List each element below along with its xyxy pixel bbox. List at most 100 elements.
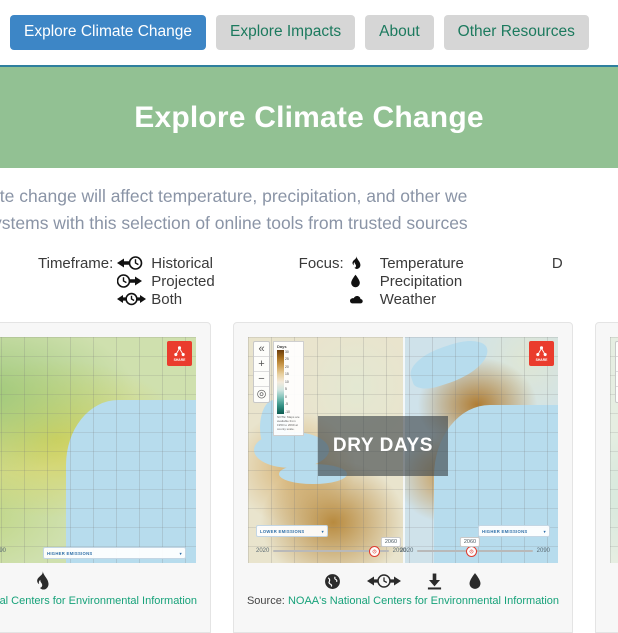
timeline-start-year-2-left: 2020 bbox=[256, 548, 270, 554]
legend-item-historical[interactable]: Historical bbox=[117, 254, 214, 272]
map-locate-icon[interactable]: ◎ bbox=[254, 387, 269, 402]
legend-item-weather[interactable]: Weather bbox=[348, 290, 464, 308]
chevron-down-icon-2l: ▾ bbox=[321, 528, 324, 534]
tab-other-resources[interactable]: Other Resources bbox=[443, 15, 589, 50]
card-source-1-link[interactable]: NOAA's National Centers for Environmenta… bbox=[0, 595, 197, 607]
droplet-icon[interactable] bbox=[468, 572, 482, 590]
emissions-select-2-left-value: LOWER EMISSIONS bbox=[260, 528, 305, 534]
cb2-tick-1: 25 bbox=[285, 357, 289, 362]
card-source-2-link[interactable]: NOAA's National Centers for Environmenta… bbox=[288, 595, 559, 607]
share-button-2-label: SHARE bbox=[535, 357, 548, 362]
map-collapse-icon[interactable]: « bbox=[254, 342, 269, 357]
map-county-grid-1 bbox=[0, 337, 196, 563]
tab-explore-impacts[interactable]: Explore Impacts bbox=[216, 15, 356, 50]
map-colorbar-2: Days 30 25 20 15 10 5 0 -5 -10 NOTE: Map… bbox=[273, 341, 304, 436]
chevron-down-icon-2r: ▾ bbox=[543, 528, 546, 534]
cb2-tick-4: 10 bbox=[285, 379, 289, 384]
cb2-tick-2: 20 bbox=[285, 364, 289, 369]
emissions-select-1-value: HIGHER EMISSIONS bbox=[47, 550, 93, 556]
share-node-icon bbox=[174, 345, 185, 356]
cb2-tick-3: 15 bbox=[285, 372, 289, 377]
emissions-select-2-right-value: HIGHER EMISSIONS bbox=[482, 528, 528, 534]
emissions-select-2-left[interactable]: LOWER EMISSIONS ▾ bbox=[256, 525, 328, 537]
main-navigation: Explore Climate Change Explore Impacts A… bbox=[0, 0, 618, 67]
clock-small-icon bbox=[372, 549, 377, 553]
card-source-2-prefix: Source: bbox=[246, 595, 285, 607]
map-overlay-title-2-text: DRY DAYS bbox=[332, 435, 434, 456]
chevron-down-icon-1: ▾ bbox=[179, 550, 182, 556]
card-footer-icons-1 bbox=[33, 570, 50, 592]
flame-icon[interactable] bbox=[33, 571, 50, 591]
tool-card-dry-summer-heat[interactable]: Y MER E SHARE 200 bbox=[0, 322, 211, 633]
climate-map-3[interactable]: « + − ◎ Days 3000 2750 2500 2250 2 bbox=[610, 337, 618, 563]
cloud-icon bbox=[348, 292, 364, 307]
legend-item-temperature-label: Temperature bbox=[379, 254, 464, 272]
tool-card-dry-days[interactable]: « + − ◎ Days 30 25 20 15 10 5 0 -5 -10 N… bbox=[233, 322, 573, 633]
climate-map-2[interactable]: « + − ◎ Days 30 25 20 15 10 5 0 -5 -10 N… bbox=[248, 337, 558, 563]
legend-item-both-label: Both bbox=[151, 290, 183, 308]
card-source-1: Source: NOAA's National Centers for Envi… bbox=[0, 595, 197, 607]
emissions-select-1[interactable]: HIGHER EMISSIONS ▾ bbox=[43, 547, 186, 559]
timeline-end-year-1: 2090 bbox=[0, 548, 6, 554]
filter-legend-row: Timeframe: Historical Projected Both Foc… bbox=[0, 252, 618, 322]
map-colorbar-2-ticks: 30 25 20 15 10 5 0 -5 -10 bbox=[285, 350, 290, 414]
map-colorbar-2-title: Days bbox=[277, 344, 287, 349]
download-icon[interactable] bbox=[427, 573, 442, 590]
legend-timeframe: Timeframe: Historical Projected Both bbox=[38, 254, 215, 308]
page-title: Explore Climate Change bbox=[134, 100, 484, 134]
legend-item-projected-label: Projected bbox=[151, 272, 215, 290]
map-overlay-title-2: DRY DAYS bbox=[318, 416, 448, 476]
timeline-bubble-2-left: 2060 bbox=[380, 537, 402, 547]
legend-item-both[interactable]: Both bbox=[117, 290, 214, 308]
card-source-2: Source: NOAA's National Centers for Envi… bbox=[247, 595, 559, 607]
page-description-region: how climate change will affect temperatu… bbox=[0, 168, 618, 252]
timeline-slider-1[interactable]: 2090 bbox=[0, 543, 6, 559]
tool-card-growing-season[interactable]: « + − ◎ Days 3000 2750 2500 2250 2 bbox=[595, 322, 618, 633]
legend-item-weather-label: Weather bbox=[379, 290, 437, 308]
share-button-2[interactable]: SHARE bbox=[529, 341, 554, 366]
timeline-bubble-2-right: 2060 bbox=[459, 537, 481, 547]
legend-focus-label: Focus: bbox=[298, 255, 344, 272]
timeline-track-2-left[interactable] bbox=[273, 545, 389, 557]
share-button-1-label: SHARE bbox=[173, 357, 186, 362]
legend-data-label: D bbox=[551, 255, 563, 272]
globe-icon[interactable] bbox=[324, 573, 341, 590]
card-footer-3: Source: NOAA's N bbox=[596, 563, 618, 632]
clock-back-icon bbox=[117, 256, 147, 271]
timeline-track-2-right[interactable] bbox=[417, 545, 533, 557]
flame-icon bbox=[348, 256, 364, 271]
emissions-select-2-right[interactable]: HIGHER EMISSIONS ▾ bbox=[478, 525, 550, 537]
timeline-knob-2-left[interactable] bbox=[369, 545, 381, 557]
card-footer-1: Source: NOAA's National Centers for Envi… bbox=[0, 563, 210, 632]
map-zoom-controls-2[interactable]: « + − ◎ bbox=[253, 341, 270, 403]
tab-about[interactable]: About bbox=[365, 15, 434, 50]
legend-item-precipitation-label: Precipitation bbox=[379, 272, 463, 290]
map-colorbar-2-gradient bbox=[277, 350, 284, 414]
timeline-knob-2-right[interactable] bbox=[466, 545, 478, 557]
legend-item-historical-label: Historical bbox=[151, 254, 213, 272]
clock-both-icon bbox=[117, 292, 147, 307]
tab-explore-climate-change[interactable]: Explore Climate Change bbox=[10, 15, 207, 50]
cb2-tick-7: -5 bbox=[285, 402, 289, 407]
timeline-start-year-2-right: 2020 bbox=[400, 548, 414, 554]
legend-item-precipitation[interactable]: Precipitation bbox=[348, 272, 464, 290]
cb2-tick-6: 0 bbox=[285, 394, 287, 399]
cb2-tick-5: 5 bbox=[285, 387, 287, 392]
share-button-1[interactable]: SHARE bbox=[167, 341, 192, 366]
clock-both-icon[interactable] bbox=[367, 573, 401, 589]
legend-timeframe-label: Timeframe: bbox=[38, 255, 114, 272]
legend-focus: Focus: Temperature Precipitation Weather bbox=[299, 254, 464, 308]
climate-map-1[interactable]: Y MER E SHARE 200 bbox=[0, 337, 196, 563]
map-zoom-out-button[interactable]: − bbox=[254, 372, 269, 387]
droplet-icon bbox=[348, 274, 364, 289]
map-colorbar-2-note: NOTE: Maps are available from 1950 to 20… bbox=[277, 415, 300, 431]
map-zoom-in-button[interactable]: + bbox=[254, 357, 269, 372]
legend-item-projected[interactable]: Projected bbox=[117, 272, 215, 290]
clock-small-icon bbox=[469, 549, 474, 553]
card-footer-icons-2 bbox=[324, 570, 482, 592]
legend-item-temperature[interactable]: Temperature bbox=[348, 254, 464, 272]
cb2-tick-0: 30 bbox=[285, 350, 289, 354]
clock-forward-icon bbox=[117, 274, 147, 289]
tool-cards-carousel: Y MER E SHARE 200 bbox=[0, 322, 618, 633]
timeline-end-year-2-right: 2090 bbox=[536, 548, 550, 554]
